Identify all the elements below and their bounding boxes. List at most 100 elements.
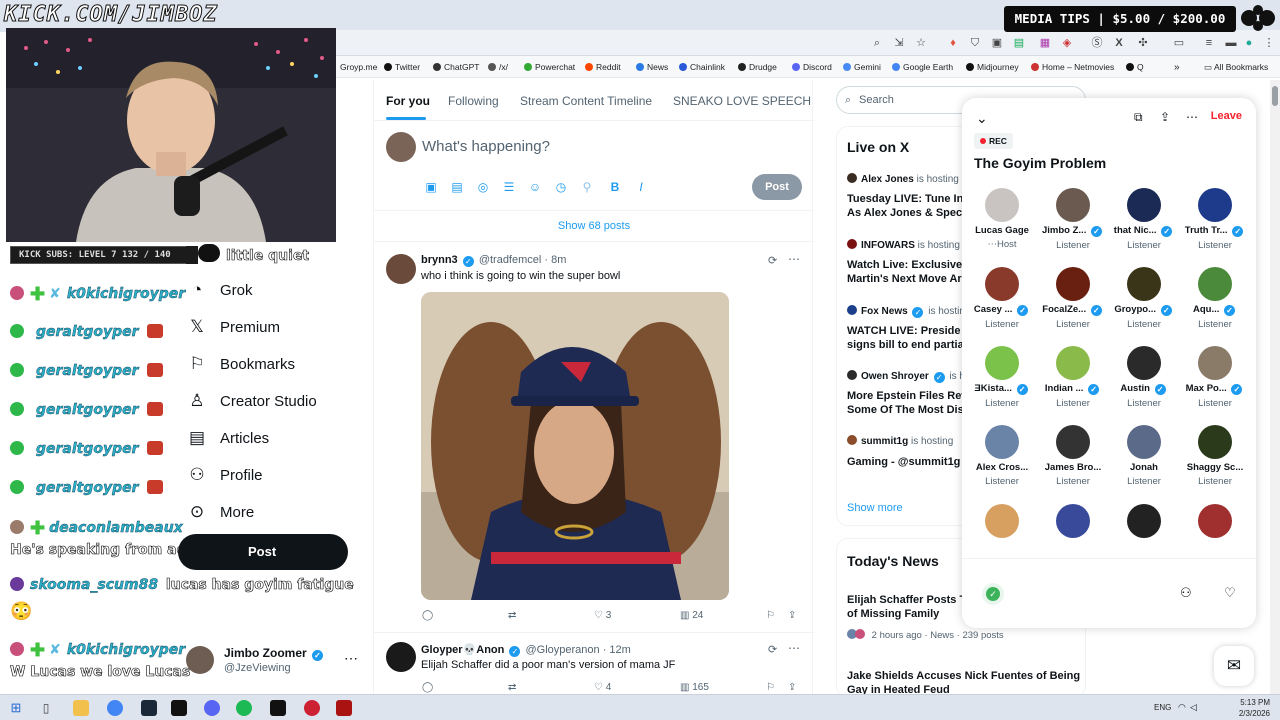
bookmark[interactable]: /x/ <box>488 62 508 72</box>
menu-lines-icon[interactable]: ≡ <box>1202 36 1216 50</box>
scrollbar-thumb[interactable] <box>1272 86 1278 106</box>
bookmark[interactable]: Drudge <box>738 62 777 72</box>
tab-following[interactable]: Following <box>448 94 499 108</box>
bookmark[interactable]: Groyp.me <box>340 62 377 72</box>
participant[interactable]: James Bro... Listener <box>1037 425 1109 487</box>
tab-sneako-love-speech[interactable]: SNEAKO LOVE SPEECH <box>673 94 811 108</box>
mic-status-button[interactable]: ✓ <box>982 583 1004 605</box>
views-button[interactable]: ▥ 165 <box>680 682 709 693</box>
people-icon[interactable]: ⚇ <box>1180 585 1192 601</box>
profile-icon[interactable]: ● <box>1242 36 1256 50</box>
schedule-icon[interactable]: ◷ <box>554 180 568 194</box>
more-dots-icon[interactable]: ⋯ <box>788 641 800 655</box>
tab-stream-content-timeline[interactable]: Stream Content Timeline <box>520 94 652 108</box>
participant[interactable] <box>966 504 1038 541</box>
clock[interactable]: 5:13 PM 2/3/2026 <box>1239 697 1270 719</box>
participant[interactable]: that Nic... ✓ Listener <box>1108 188 1180 251</box>
x-icon[interactable]: X <box>1112 36 1126 50</box>
participant[interactable]: ƎKista... ✓ Listener <box>966 346 1038 409</box>
bookmark[interactable]: Gemini <box>843 62 881 72</box>
extension-icon[interactable]: ◈ <box>1060 36 1074 50</box>
star-icon[interactable]: ☆ <box>914 36 928 50</box>
messages-button[interactable]: ✉ <box>1214 646 1254 686</box>
zoom-icon[interactable]: ⌕ <box>870 36 884 50</box>
gif-icon[interactable]: ▤ <box>450 180 464 194</box>
app-icon[interactable] <box>336 700 352 716</box>
views-button[interactable]: ▥ 24 <box>680 610 703 621</box>
bookmark[interactable]: Q <box>1126 62 1144 72</box>
bookmark[interactable]: Home – Netmovies <box>1031 62 1114 72</box>
bookmark[interactable]: Midjourney <box>966 62 1019 72</box>
nav-creator-studio[interactable]: ♙ Creator Studio <box>186 391 316 411</box>
file-explorer-icon[interactable] <box>73 700 89 716</box>
x-icon[interactable] <box>270 700 286 716</box>
install-icon[interactable]: ⇲ <box>892 36 906 50</box>
picture-in-picture-icon[interactable]: ⧉ <box>1134 110 1143 125</box>
spotify-icon[interactable] <box>236 700 252 716</box>
reply-icon[interactable]: ◯ <box>422 682 433 693</box>
nav-premium[interactable]: 𝕏 Premium <box>186 317 280 337</box>
share-icon[interactable]: ⇪ <box>788 682 796 693</box>
nav-more[interactable]: ⊙ More <box>186 502 254 522</box>
windows-start-icon[interactable]: ⊞ <box>8 700 24 716</box>
wallet-icon[interactable]: ▬ <box>1224 36 1238 50</box>
media-icon[interactable]: ▭ <box>1172 36 1186 50</box>
participant[interactable] <box>1179 504 1251 541</box>
participant[interactable] <box>1037 504 1109 541</box>
retweet-icon[interactable]: ⇄ <box>508 682 516 693</box>
bookmark[interactable]: Reddit <box>585 62 621 72</box>
italic-icon[interactable]: I <box>634 180 648 194</box>
participant[interactable]: Aqu... ✓ Listener <box>1179 267 1251 330</box>
bookmark[interactable]: Discord <box>792 62 832 72</box>
live-title[interactable]: Tuesday LIVE: Tune In As Alex Jones & Sp… <box>847 192 977 220</box>
nav-grok[interactable]: ◔ Grok <box>186 280 253 300</box>
tweet-image[interactable] <box>421 292 729 600</box>
show-more-link[interactable]: Show more <box>847 502 903 514</box>
nav-profile[interactable]: ⚇ Profile <box>186 465 262 485</box>
more-dots-icon[interactable]: ⋯ <box>344 650 358 667</box>
avatar[interactable] <box>386 254 416 284</box>
chrome-icon[interactable] <box>107 700 123 716</box>
discord-icon[interactable] <box>204 700 220 716</box>
compose-input[interactable]: What's happening? <box>422 138 550 155</box>
kebab-menu-icon[interactable]: ⋮ <box>1262 36 1276 50</box>
language-indicator[interactable]: ENG <box>1154 703 1171 712</box>
scrollbar[interactable] <box>1270 80 1280 694</box>
grok-icon[interactable]: ⟳ <box>768 254 777 267</box>
live-title[interactable]: Watch Live: Exclusive: Martin's Next Mov… <box>847 258 977 286</box>
steam-icon[interactable] <box>141 700 157 716</box>
app-icon[interactable] <box>171 700 187 716</box>
compose-post-button[interactable]: Post <box>752 174 802 200</box>
bookmark[interactable]: News <box>636 62 668 72</box>
nav-articles[interactable]: ▤ Articles <box>186 428 269 448</box>
network-icon[interactable]: ◠ <box>1178 702 1186 713</box>
reaction-icon[interactable]: ♡ <box>1224 585 1236 601</box>
live-host[interactable]: Fox News ✓ is hosting <box>847 305 971 318</box>
share-icon[interactable]: ⇪ <box>788 610 796 621</box>
leave-button[interactable]: Leave <box>1211 110 1242 122</box>
tab-for-you[interactable]: For you <box>386 94 430 108</box>
participant[interactable]: Truth Tr... ✓ Listener <box>1179 188 1251 251</box>
bookmark-icon[interactable]: ⚐ <box>766 682 775 693</box>
participant[interactable]: FocalZe... ✓ Listener <box>1037 267 1109 330</box>
all-bookmarks[interactable]: ▭ All Bookmarks <box>1204 62 1268 73</box>
participant[interactable]: Austin ✓ Listener <box>1108 346 1180 409</box>
more-dots-icon[interactable]: ⋯ <box>1186 110 1198 124</box>
live-title[interactable]: Gaming - @summit1g <box>847 455 977 469</box>
participant[interactable]: Alex Cros... Listener <box>966 425 1038 487</box>
app-icon[interactable] <box>304 700 320 716</box>
nav-bookmarks[interactable]: ⚐ Bookmarks <box>186 354 295 374</box>
task-view-icon[interactable]: ▯ <box>38 700 54 716</box>
participant[interactable]: Jonah Listener <box>1108 425 1180 487</box>
participant[interactable]: Indian ... ✓ Listener <box>1037 346 1109 409</box>
chevron-right-icon[interactable]: » <box>1174 62 1180 73</box>
extension-icon[interactable]: ▤ <box>1012 36 1026 50</box>
participant[interactable]: Shaggy Sc... Listener <box>1179 425 1251 487</box>
post-button[interactable]: Post <box>178 534 348 570</box>
account-switcher[interactable]: Jimbo Zoomer ✓ @JzeViewing ⋯ <box>186 644 366 680</box>
live-title[interactable]: WATCH LIVE: Preside signs bill to end pa… <box>847 324 977 352</box>
live-host[interactable]: summit1g is hosting <box>847 435 953 447</box>
extension-icon[interactable]: ▦ <box>1038 36 1052 50</box>
like-button[interactable]: ♡ 4 <box>594 682 611 693</box>
bookmark[interactable]: ChatGPT <box>433 62 479 72</box>
